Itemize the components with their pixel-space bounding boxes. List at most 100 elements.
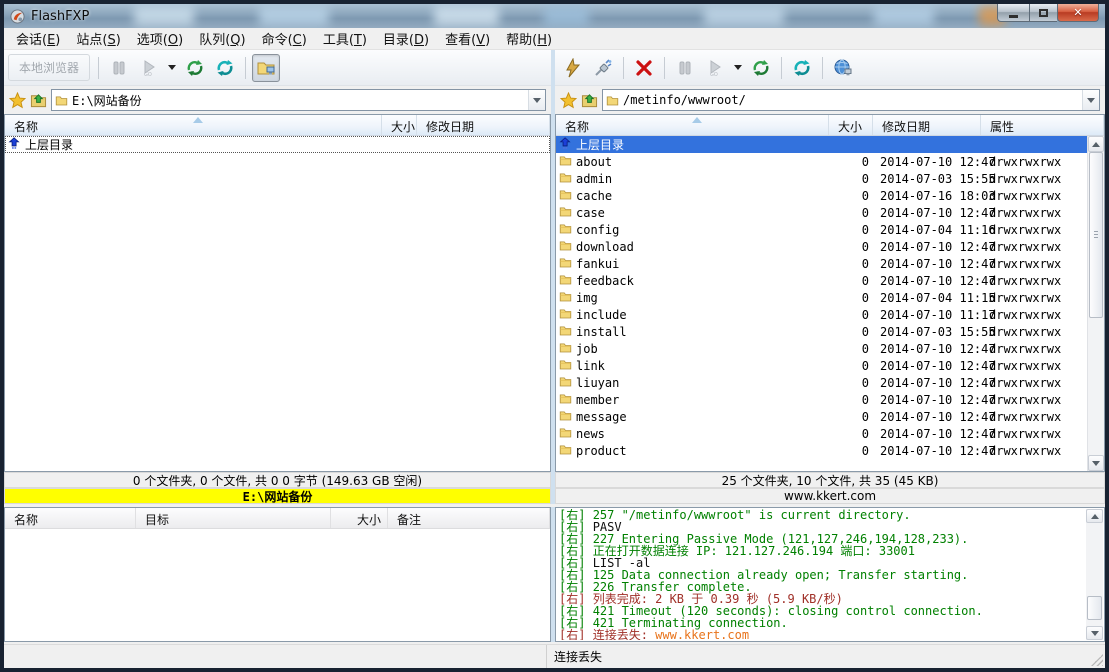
column-header-size[interactable]: 大小 [829,115,873,135]
column-header-size[interactable]: 大小 [382,115,417,135]
menu-item[interactable]: 选项(O) [129,27,191,50]
menu-item[interactable]: 队列(Q) [191,27,253,50]
file-row[interactable]: download02014-07-10 12:47drwxrwxrwx [556,238,1087,255]
folder-icon [559,273,572,286]
favorites-star-icon[interactable] [560,92,577,109]
close-button[interactable]: ✕ [1057,4,1099,22]
file-name: member [576,393,619,407]
window-title: FlashFXP [31,9,89,24]
queue-column-name[interactable]: 名称 [5,508,136,528]
menu-item[interactable]: 站点(S) [68,27,128,50]
file-row[interactable]: img02014-07-04 11:15drwxrwxrwx [556,289,1087,306]
file-row[interactable]: liuyan02014-07-10 12:47drwxrwxrwx [556,374,1087,391]
transfer-mode-button[interactable] [181,54,209,82]
file-row[interactable]: install02014-07-03 15:55drwxrwxrwx [556,323,1087,340]
refresh-remote-button[interactable] [788,54,816,82]
file-row[interactable]: link02014-07-10 12:47drwxrwxrwx [556,357,1087,374]
favorites-star-icon[interactable] [9,92,26,109]
quick-connect-button[interactable] [559,54,587,82]
menu-item[interactable]: 命令(C) [254,27,315,50]
remote-path-dropdown-button[interactable] [1082,90,1099,110]
resize-grip[interactable] [1091,654,1103,666]
minimize-button[interactable] [997,4,1029,22]
file-row[interactable]: job02014-07-10 12:47drwxrwxrwx [556,340,1087,357]
scroll-down-button[interactable] [1086,626,1103,640]
refresh-local-button[interactable] [211,54,239,82]
column-header-date[interactable]: 修改日期 [873,115,981,135]
menu-item[interactable]: 工具(T) [315,27,375,50]
file-row[interactable]: about02014-07-10 12:47drwxrwxrwx [556,153,1087,170]
title-bar[interactable]: FlashFXP ✕ [4,4,1105,28]
menu-item[interactable]: 会话(E) [8,27,68,50]
folder-view-toggle-button[interactable] [252,54,280,82]
column-header-name[interactable]: 名称 [556,115,829,135]
scroll-up-button[interactable] [1088,136,1104,152]
local-file-panel: 名称 大小 修改日期 上层目录 [4,114,551,472]
file-row[interactable]: member02014-07-10 12:47drwxrwxrwx [556,391,1087,408]
connect-button[interactable] [589,54,617,82]
remote-toolbar: GO [555,50,1105,86]
scrollbar-track[interactable] [1086,523,1103,626]
file-date: 2014-07-10 12:47 [873,257,981,271]
remote-list-scrollbar[interactable] [1087,136,1104,471]
log-link[interactable]: www.kkert.com [648,628,749,640]
remote-path-combobox[interactable]: /metinfo/wwwroot/ [602,89,1100,111]
queue-column-note[interactable]: 备注 [388,508,550,528]
column-header-attr[interactable]: 属性 [981,115,1104,135]
file-row[interactable]: feedback02014-07-10 12:47drwxrwxrwx [556,272,1087,289]
log-line: [右] 257 "/metinfo/wwwroot" is current di… [559,509,1086,521]
parent-directory-row[interactable]: 上层目录 [556,136,1087,153]
file-row[interactable]: fankui02014-07-10 12:47drwxrwxrwx [556,255,1087,272]
scroll-up-button[interactable] [1086,509,1103,523]
start-dropdown-caret-icon[interactable] [734,65,742,70]
queue-list[interactable] [5,529,550,641]
start-dropdown-caret-icon[interactable] [168,65,176,70]
local-file-list[interactable]: 上层目录 [5,136,550,471]
transfer-mode-button[interactable] [747,54,775,82]
log-lines[interactable]: [右] 257 "/metinfo/wwwroot" is current di… [559,509,1086,640]
queue-column-size[interactable]: 大小 [331,508,388,528]
scrollbar-thumb[interactable] [1089,152,1103,318]
column-header-name[interactable]: 名称 [5,115,382,135]
file-size: 0 [829,206,873,220]
pause-button[interactable] [105,54,133,82]
file-row[interactable]: admin02014-07-03 15:55drwxrwxrwx [556,170,1087,187]
chevron-down-icon [533,98,541,103]
scroll-down-button[interactable] [1088,455,1104,471]
file-name: liuyan [576,376,619,390]
local-path-combobox[interactable]: E:\网站备份 [51,89,546,111]
sort-ascending-icon [193,117,203,123]
parent-directory-row[interactable]: 上层目录 [5,136,550,153]
file-name: img [576,291,598,305]
log-scrollbar[interactable] [1086,509,1103,640]
file-size: 0 [829,359,873,373]
menu-item[interactable]: 目录(D) [375,27,437,50]
menu-item[interactable]: 查看(V) [437,27,498,50]
file-row[interactable]: cache02014-07-16 18:03drwxrwxrwx [556,187,1087,204]
site-manager-button[interactable] [829,54,857,82]
local-path-dropdown-button[interactable] [528,90,545,110]
file-row[interactable]: config02014-07-04 11:16drwxrwxrwx [556,221,1087,238]
scrollbar-thumb[interactable] [1087,596,1102,620]
file-row[interactable]: include02014-07-10 11:17drwxrwxrwx [556,306,1087,323]
local-browser-button[interactable]: 本地浏览器 [8,54,90,81]
remote-file-list[interactable]: 上层目录 about02014-07-10 12:47drwxrwxrwx ad… [556,136,1104,471]
abort-button[interactable] [630,54,658,82]
file-row[interactable]: message02014-07-10 12:47drwxrwxrwx [556,408,1087,425]
scrollbar-track[interactable] [1088,152,1104,455]
file-attr: drwxrwxrwx [981,223,1087,237]
glass-reflection [704,6,784,26]
file-row[interactable]: news02014-07-10 12:47drwxrwxrwx [556,425,1087,442]
maximize-button[interactable] [1029,4,1057,22]
folder-up-icon[interactable] [581,92,598,109]
file-row[interactable]: case02014-07-10 12:47drwxrwxrwx [556,204,1087,221]
column-header-date[interactable]: 修改日期 [417,115,550,135]
app-icon [10,9,25,24]
file-row[interactable]: product02014-07-10 12:47drwxrwxrwx [556,442,1087,459]
pause-button[interactable] [671,54,699,82]
queue-column-target[interactable]: 目标 [136,508,331,528]
start-queue-button[interactable]: GO [135,54,163,82]
menu-item[interactable]: 帮助(H) [498,27,560,50]
start-queue-button[interactable]: GO [701,54,729,82]
folder-up-icon[interactable] [30,92,47,109]
